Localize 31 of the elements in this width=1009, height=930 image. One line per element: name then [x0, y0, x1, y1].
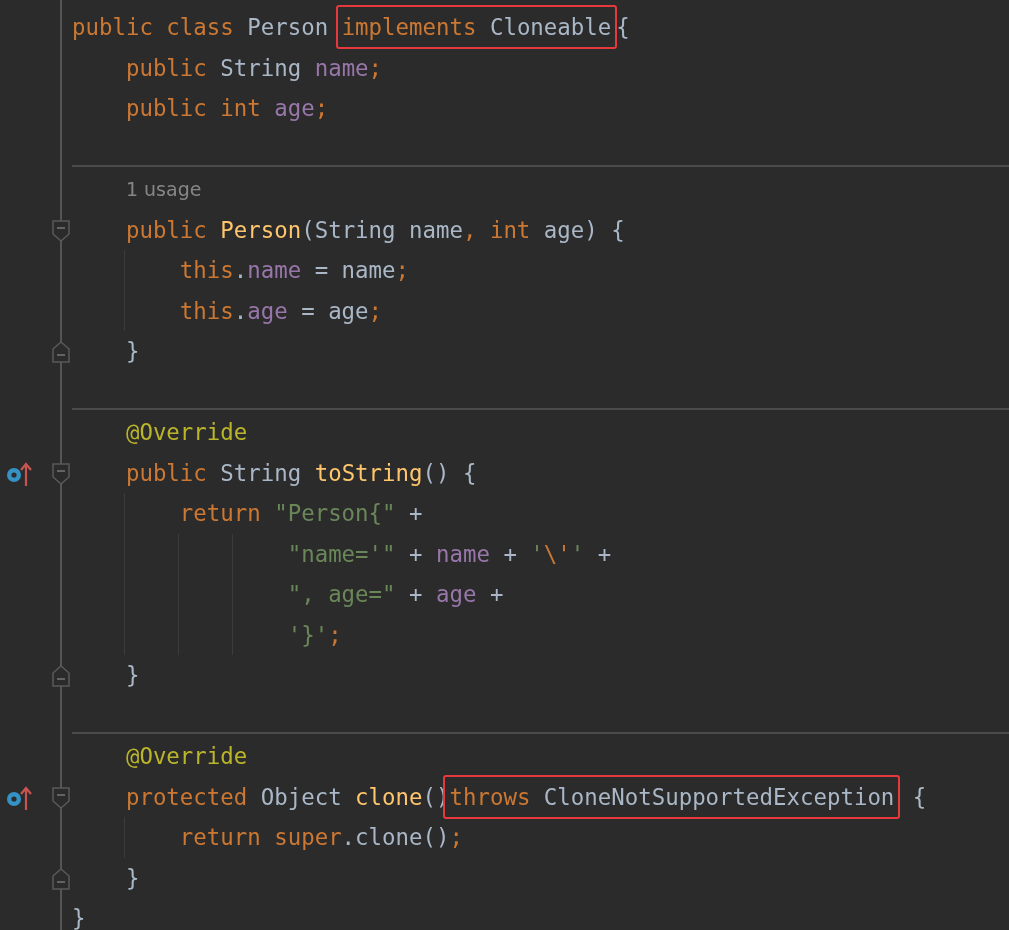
code-text: public Person(String name, int age) { — [125, 216, 625, 243]
code-text: '}'; — [287, 621, 342, 648]
code-text: } — [125, 864, 140, 891]
code-text: @Override — [125, 419, 248, 446]
code-text: this.name = name; — [179, 257, 410, 284]
highlight-box: throws CloneNotSupportedException — [443, 774, 901, 819]
code-text: return "Person{" + — [179, 500, 423, 527]
override-icon[interactable] — [5, 461, 33, 486]
code-text: this.age = age; — [179, 297, 383, 324]
code-text: { — [616, 14, 630, 41]
code-text: } — [125, 338, 140, 365]
fold-icon[interactable] — [52, 219, 70, 242]
code-text: } — [125, 662, 140, 689]
fold-icon[interactable] — [52, 786, 70, 809]
highlight-box: implements Cloneable — [335, 5, 618, 50]
usage-hint[interactable]: 1 usage — [125, 178, 202, 201]
fold-icon[interactable] — [52, 665, 70, 687]
code-text: } — [72, 905, 86, 930]
code-text: return super.clone(); — [179, 824, 463, 851]
code-text: ", age=" + age + — [287, 581, 504, 608]
code-text: "name='" + name + '\'' + — [287, 540, 612, 567]
fold-icon[interactable] — [52, 867, 70, 890]
override-icon[interactable] — [5, 785, 33, 810]
code-text: { — [911, 783, 927, 810]
code-text: public String toString() { — [125, 459, 477, 486]
code-text: public class Person — [72, 14, 330, 41]
code-text: public int age; — [125, 95, 329, 122]
code-text: @Override — [125, 743, 248, 770]
code-text: public String name; — [125, 54, 383, 81]
fold-icon[interactable] — [52, 341, 70, 363]
fold-icon[interactable] — [52, 462, 70, 485]
